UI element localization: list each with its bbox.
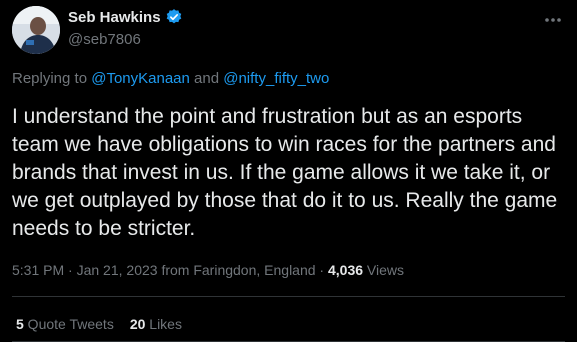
tweet-location: from Faringdon, England	[157, 262, 316, 278]
views-label: Views	[363, 262, 405, 278]
likes-link[interactable]: 20 Likes	[130, 316, 182, 332]
verified-badge-icon	[166, 9, 181, 24]
quote-tweets-count: 5	[16, 316, 24, 332]
tweet-meta: 5:31 PM · Jan 21, 2023 from Faringdon, E…	[12, 262, 404, 278]
mention-link-tonykanaan[interactable]: @TonyKanaan	[91, 70, 190, 87]
quote-tweets-label: Quote Tweets	[23, 316, 114, 332]
meta-separator: ·	[315, 262, 328, 278]
author-handle[interactable]: @seb7806	[68, 31, 141, 48]
divider	[12, 296, 565, 297]
engagement-stats: 5 Quote Tweets 20 Likes	[16, 316, 198, 332]
quote-tweets-link[interactable]: 5 Quote Tweets	[16, 316, 114, 332]
tweet-text: I understand the point and frustration b…	[12, 105, 558, 240]
views-count[interactable]: 4,036	[328, 262, 363, 278]
likes-label: Likes	[145, 316, 182, 332]
author-display-name[interactable]: Seb Hawkins	[68, 9, 161, 26]
tweet-date[interactable]: Jan 21, 2023	[77, 262, 158, 278]
avatar-image	[12, 6, 60, 54]
mention-link-nifty-fifty-two[interactable]: @nifty_fifty_two	[223, 70, 329, 87]
avatar[interactable]	[12, 6, 60, 54]
replying-to-and: and	[189, 70, 224, 87]
more-options-icon[interactable]	[543, 10, 563, 30]
tweet-card: Seb Hawkins @seb7806 Replying to @TonyKa…	[0, 0, 577, 342]
tweet-time[interactable]: 5:31 PM	[12, 262, 64, 278]
author-name-row: Seb Hawkins	[68, 8, 183, 26]
replying-to-line: Replying to @TonyKanaan and @nifty_fifty…	[12, 70, 329, 87]
likes-count: 20	[129, 316, 146, 332]
meta-separator: ·	[64, 262, 77, 278]
replying-to-label: Replying to	[12, 70, 92, 87]
